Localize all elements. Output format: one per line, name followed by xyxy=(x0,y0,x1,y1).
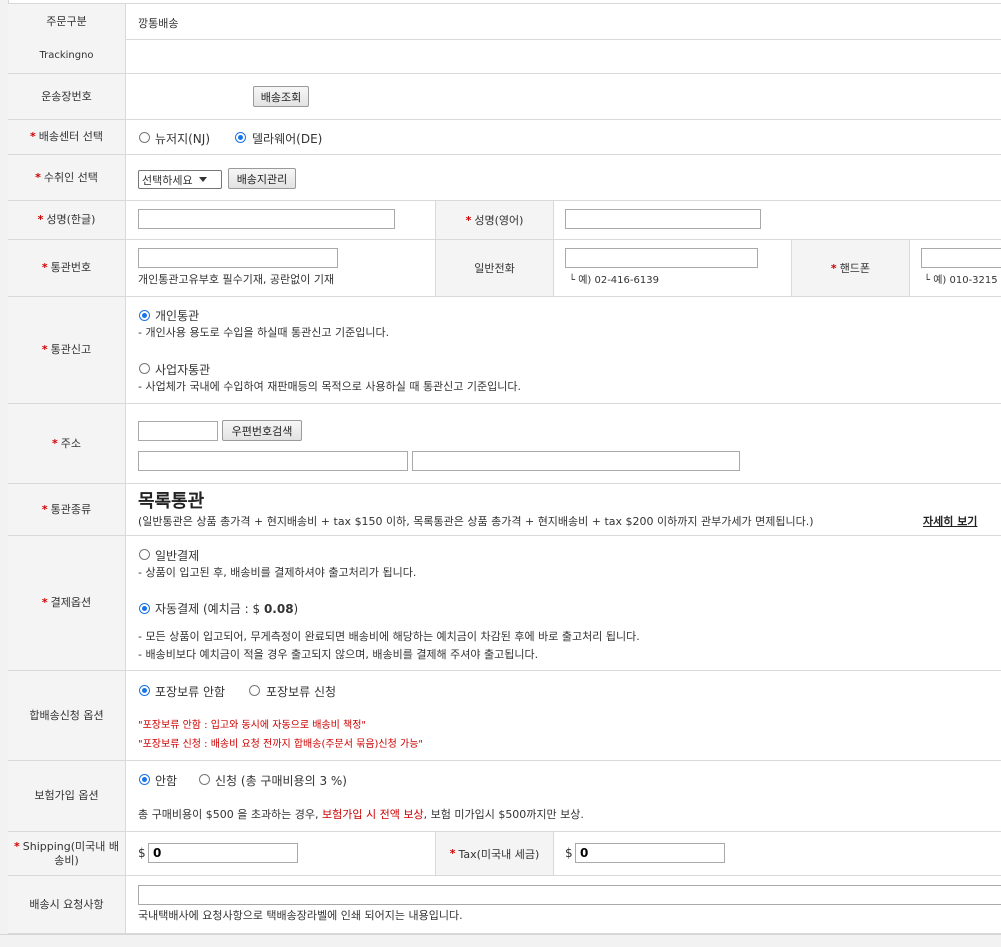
customs-no-input[interactable] xyxy=(138,248,338,268)
hold-radio[interactable] xyxy=(249,685,260,696)
auto-payment-label: 자동결제 (예치금 : $ 0.08) xyxy=(155,602,299,616)
row-center: * 배송센터 선택 뉴저지(NJ) 델라웨어(DE) xyxy=(8,120,1001,155)
personal-customs-desc: - 개인사용 용도로 수입을 하실때 통관신고 기준입니다. xyxy=(138,326,390,339)
row-waybill: 운송장번호 배송조회 xyxy=(8,74,1001,120)
row-combine: 합배송신청 옵션 포장보류 안함 포장보류 신청 "포장보류 안함 : 입고와 … xyxy=(8,671,1001,761)
no-hold-radio[interactable] xyxy=(139,685,150,696)
auto-payment-radio[interactable] xyxy=(139,603,150,614)
auto-payment-desc2: - 배송비보다 예치금이 적을 경우 출고되지 않으며, 배송비를 결제해 주셔… xyxy=(138,648,539,661)
row-payment: * 결제옵션 일반결제 - 상품이 입고된 후, 배송비를 결제하셔야 출고처리가… xyxy=(8,536,1001,671)
shipping-label: * Shipping(미국내 배 송비) xyxy=(8,832,126,875)
waybill-label: 운송장번호 xyxy=(8,74,126,119)
customs-type-desc: (일반통관은 상품 총가격 + 현지배송비 + tax $150 이하, 목록통… xyxy=(138,515,814,528)
business-customs-radio[interactable] xyxy=(139,363,150,374)
row-customs-report: * 통관신고 개인통관 - 개인사용 용도로 수입을 하실때 통관신고 기준입니다… xyxy=(8,297,1001,404)
customs-type-label: * 통관종류 xyxy=(8,484,126,535)
tax-input[interactable]: 0 xyxy=(575,843,725,863)
mobile-hint: └ 예) 010-3215 xyxy=(924,275,998,286)
name-kr-label: * 성명(한글) xyxy=(8,201,126,239)
row-customs-no: * 통관번호 개인통관고유부호 필수기재, 공란없이 기재 일반전화 └ 예) 0… xyxy=(8,240,1001,297)
request-hint: 국내택배사에 요청사항으로 택배송장라벨에 인쇄 되어지는 내용입니다. xyxy=(138,909,463,922)
mobile-input[interactable] xyxy=(921,248,1001,268)
personal-customs-radio[interactable] xyxy=(139,310,150,321)
shipping-input[interactable]: 0 xyxy=(148,843,298,863)
phone-label: 일반전화 xyxy=(435,240,554,296)
phone-input[interactable] xyxy=(565,248,758,268)
general-payment-desc: - 상품이 입고된 후, 배송비를 결제하셔야 출고처리가 됩니다. xyxy=(138,566,417,579)
combine-label: 합배송신청 옵션 xyxy=(8,671,126,760)
auto-payment-desc1: - 모든 상품이 입고되어, 무게측정이 완료되면 배송비에 해당하는 예치금이… xyxy=(138,630,640,643)
insurance-apply-radio[interactable] xyxy=(199,774,210,785)
insurance-none-radio[interactable] xyxy=(139,774,150,785)
insurance-apply-label: 신청 (총 구매비용의 3 %) xyxy=(215,774,347,788)
address-book-button[interactable]: 배송지관리 xyxy=(228,168,296,189)
name-en-label: * 성명(영어) xyxy=(435,201,554,239)
customs-no-hint: 개인통관고유부호 필수기재, 공란없이 기재 xyxy=(138,273,335,286)
customs-type-value: 목록통관 xyxy=(138,491,205,512)
shipping-currency: $ xyxy=(138,846,146,860)
insurance-none-label: 안함 xyxy=(155,774,178,788)
center-nj-radio[interactable] xyxy=(139,132,150,143)
bottom-scroll-edge xyxy=(0,934,1001,947)
tax-currency: $ xyxy=(565,846,573,860)
order-type-value: 깡통배송 xyxy=(138,17,179,30)
address-label: * 주소 xyxy=(8,404,126,483)
row-name: * 성명(한글) * 성명(영어) xyxy=(8,201,1001,240)
hold-label: 포장보류 신청 xyxy=(266,685,337,699)
business-customs-label: 사업자통관 xyxy=(155,363,211,377)
recipient-select[interactable]: 선택하세요 xyxy=(138,170,222,189)
mobile-label: * 핸드폰 xyxy=(791,240,910,296)
row-request: 배송시 요청사항 국내택배사에 요청사항으로 택배송장라벨에 인쇄 되어지는 내… xyxy=(8,876,1001,934)
no-hold-label: 포장보류 안함 xyxy=(155,685,226,699)
insurance-label: 보험가입 옵션 xyxy=(8,761,126,831)
track-shipping-button[interactable]: 배송조회 xyxy=(253,86,309,107)
combine-note-1: "포장보류 안함 : 입고와 동시에 자동으로 배송비 책정" xyxy=(138,720,367,731)
payment-label: * 결제옵션 xyxy=(8,536,126,670)
center-label: * 배송센터 선택 xyxy=(8,120,126,154)
name-kr-input[interactable] xyxy=(138,209,395,229)
customs-report-label: * 통관신고 xyxy=(8,297,126,403)
deposit-amount: 0.08 xyxy=(263,602,294,616)
center-nj-label: 뉴저지(NJ) xyxy=(155,132,210,146)
zipcode-search-button[interactable]: 우편번호검색 xyxy=(222,420,302,441)
address2-input[interactable] xyxy=(412,451,740,471)
details-link[interactable]: 자세히 보기 xyxy=(923,513,977,529)
request-label: 배송시 요청사항 xyxy=(8,876,126,933)
tax-label: * Tax(미국내 세금) xyxy=(435,832,554,875)
tracking-label: Trackingno xyxy=(8,39,126,73)
row-shipping: * Shipping(미국내 배 송비) $ 0 * Tax(미국내 세금) $ 0 xyxy=(8,832,1001,876)
row-customs-type: * 통관종류 목록통관 (일반통관은 상품 총가격 + 현지배송비 + tax $… xyxy=(8,484,1001,536)
customs-no-label: * 통관번호 xyxy=(8,240,126,296)
phone-hint: └ 예) 02-416-6139 xyxy=(569,275,659,286)
row-insurance: 보험가입 옵션 안함 신청 (총 구매비용의 3 %) 총 구매비용이 $500… xyxy=(8,761,1001,832)
general-payment-label: 일반결제 xyxy=(155,549,200,563)
address1-input[interactable] xyxy=(138,451,408,471)
name-en-input[interactable] xyxy=(565,209,761,229)
order-form: 주문구분 깡통배송 Trackingno 운송장번호 배송조회 * 배송센터 선택… xyxy=(0,0,1001,947)
center-de-label: 델라웨어(DE) xyxy=(252,132,323,146)
insurance-note: 총 구매비용이 $500 을 초과하는 경우, 보험가입 시 전액 보상, 보험… xyxy=(138,808,584,821)
order-type-label: 주문구분 xyxy=(8,4,126,39)
combine-note-2: "포장보류 신청 : 배송비 요청 전까지 합배송(주문서 묶음)신청 가능" xyxy=(138,739,424,750)
row-address: * 주소 우편번호검색 xyxy=(8,404,1001,484)
center-de-radio[interactable] xyxy=(235,132,246,143)
zipcode-input[interactable] xyxy=(138,421,218,441)
chevron-down-icon xyxy=(198,177,207,182)
general-payment-radio[interactable] xyxy=(139,549,150,560)
personal-customs-label: 개인통관 xyxy=(155,309,200,323)
row-recipient: * 수취인 선택 선택하세요 배송지관리 xyxy=(8,155,1001,201)
recipient-label: * 수취인 선택 xyxy=(8,155,126,200)
row-tracking: Trackingno xyxy=(8,39,1001,74)
request-input[interactable] xyxy=(138,885,1001,905)
row-order-type: 주문구분 깡통배송 xyxy=(8,3,1001,40)
business-customs-desc: - 사업체가 국내에 수입하여 재판매등의 목적으로 사용하실 때 통관신고 기… xyxy=(138,380,522,393)
